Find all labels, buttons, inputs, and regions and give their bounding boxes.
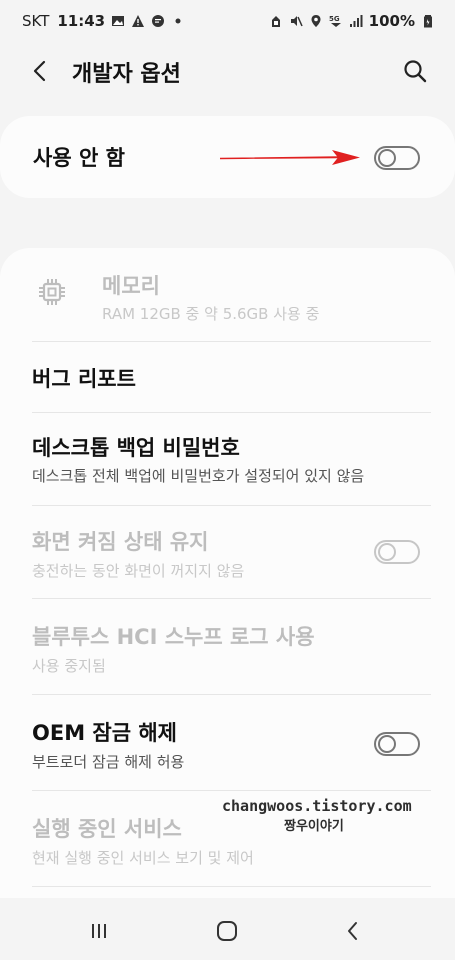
toggle-knob — [378, 149, 396, 167]
list-item-subtitle: 부트로더 잠금 해제 허용 — [32, 753, 185, 771]
list-item-title: 메모리 — [102, 274, 160, 298]
oem-unlock-toggle[interactable] — [374, 732, 420, 756]
watermark-name: 짱우이야기 — [284, 819, 344, 834]
memory-chip-icon — [39, 279, 65, 305]
list-item-subtitle: RAM 12GB 중 약 5.6GB 사용 중 — [102, 305, 320, 323]
red-arrow-annotation-icon — [220, 150, 360, 165]
back-nav-icon[interactable] — [338, 916, 368, 946]
status-right: 5G 100% — [269, 12, 435, 30]
list-item-oem-unlock[interactable]: OEM 잠금 해제 부트로더 잠금 해제 허용 — [0, 695, 455, 790]
carrier-label: SKT — [22, 12, 50, 30]
list-item-title: 블루투스 HCI 스누프 로그 사용 — [32, 625, 315, 649]
back-arrow-icon[interactable] — [26, 56, 56, 86]
location-icon — [311, 15, 321, 27]
watermark-url: changwoos.tistory.com — [222, 797, 412, 815]
list-item-title: 버그 리포트 — [32, 367, 136, 391]
list-item-bug-report[interactable]: 버그 리포트 — [0, 342, 455, 412]
battery-percent: 100% — [368, 12, 415, 30]
list-item-title: 데스크톱 백업 비밀번호 — [32, 436, 240, 460]
app-bar: 개발자 옵션 — [0, 42, 455, 102]
recent-apps-icon[interactable] — [84, 916, 114, 946]
status-left: SKT 11:43 — [22, 12, 185, 30]
list-item-memory[interactable]: 메모리 RAM 12GB 중 약 5.6GB 사용 중 — [0, 248, 455, 341]
image-notification-icon — [112, 16, 125, 26]
toggle-knob — [378, 543, 396, 561]
list-item-subtitle: 현재 실행 중인 서비스 보기 및 제어 — [32, 849, 254, 867]
master-switch-toggle[interactable] — [374, 146, 420, 170]
list-item-title: OEM 잠금 해제 — [32, 721, 177, 745]
more-notifications-icon — [175, 18, 181, 24]
master-switch-label: 사용 안 함 — [33, 146, 125, 170]
battery-icon — [424, 15, 432, 28]
screen: SKT 11:43 5G 100% 개발자 옵션 사용 안 함 메모리 RAM … — [0, 0, 455, 960]
list-item-subtitle: 데스크톱 전체 백업에 비밀번호가 설정되어 있지 않음 — [32, 467, 365, 485]
divider — [32, 886, 431, 887]
search-icon[interactable] — [401, 57, 429, 85]
stay-awake-toggle[interactable] — [374, 540, 420, 564]
warning-icon — [132, 15, 145, 27]
list-item-subtitle: 사용 중지됨 — [32, 657, 106, 675]
toggle-knob — [378, 735, 396, 753]
chat-icon — [152, 15, 165, 27]
clock: 11:43 — [57, 12, 106, 30]
svg-text:5G: 5G — [329, 15, 340, 23]
page-title: 개발자 옵션 — [72, 62, 181, 87]
list-item-stay-awake[interactable]: 화면 켜짐 상태 유지 충전하는 동안 화면이 꺼지지 않음 — [0, 506, 455, 598]
mute-icon — [290, 16, 303, 27]
navigation-bar — [0, 898, 455, 960]
5g-network-icon: 5G — [329, 15, 341, 27]
list-item-desktop-backup-password[interactable]: 데스크톱 백업 비밀번호 데스크톱 전체 백업에 비밀번호가 설정되어 있지 않… — [0, 413, 455, 505]
status-bar: SKT 11:43 5G 100% — [0, 0, 455, 42]
signal-icon — [349, 15, 363, 27]
list-item-subtitle: 충전하는 동안 화면이 꺼지지 않음 — [32, 562, 245, 580]
list-item-title: 화면 켜짐 상태 유지 — [32, 530, 209, 554]
list-item-bluetooth-hci-snoop[interactable]: 블루투스 HCI 스누프 로그 사용 사용 중지됨 — [0, 599, 455, 694]
alarm-icon — [271, 16, 280, 27]
list-item-title: 실행 중인 서비스 — [32, 817, 182, 841]
home-icon[interactable] — [212, 916, 242, 946]
